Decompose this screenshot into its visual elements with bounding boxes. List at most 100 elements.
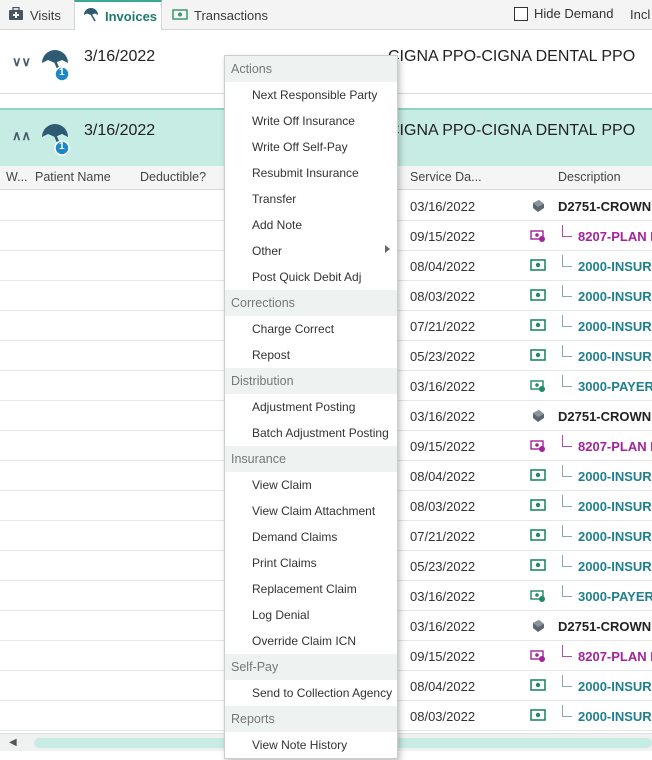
invoice-date: 3/16/2022 (84, 48, 156, 65)
menu-item-resubmit-insurance[interactable]: Resubmit Insurance (225, 160, 397, 186)
tab-visits[interactable]: Visits (8, 0, 61, 30)
menu-item-view-claim-attachment[interactable]: View Claim Attachment (225, 498, 397, 524)
column-header-service-date[interactable]: Service Da... (410, 170, 482, 184)
insurance-umbrella-icon: 1 (40, 122, 74, 156)
service-date-cell: 03/16/2022 (410, 379, 476, 394)
collapse-chevron-icon[interactable]: ∧∧ (12, 128, 31, 144)
menu-item-label: Demand Claims (252, 530, 338, 544)
tab-transactions[interactable]: Transactions (172, 0, 268, 30)
menu-section-header: Actions (225, 56, 397, 82)
description-cell: 8207-PLAN P (578, 649, 652, 664)
payer-adjustment-icon (530, 589, 546, 603)
description-cell: 3000-PAYER (578, 379, 652, 394)
cash-icon (530, 679, 546, 693)
menu-item-label: Add Note (252, 218, 303, 232)
description-cell: 2000-INSUR (578, 289, 652, 304)
cash-icon (530, 709, 546, 723)
menu-item-demand-claims[interactable]: Demand Claims (225, 524, 397, 550)
expand-chevron-icon[interactable]: ∨∨ (12, 54, 31, 70)
menu-item-label: Override Claim ICN (252, 634, 357, 648)
menu-item-write-off-insurance[interactable]: Write Off Insurance (225, 108, 397, 134)
menu-item-label: Repost (252, 348, 291, 362)
service-date-cell: 08/04/2022 (410, 469, 476, 484)
description-cell: 2000-INSUR (578, 499, 652, 514)
menu-item-replacement-claim[interactable]: Replacement Claim (225, 576, 397, 602)
tree-branch-line (562, 675, 572, 687)
tree-branch-line (562, 315, 572, 327)
description-cell: 2000-INSUR (578, 349, 652, 364)
menu-item-write-off-self-pay[interactable]: Write Off Self-Pay (225, 134, 397, 160)
menu-item-label: View Note History (252, 738, 348, 752)
menu-item-next-responsible-party[interactable]: Next Responsible Party (225, 82, 397, 108)
menu-item-add-note[interactable]: Add Note (225, 212, 397, 238)
submenu-arrow-icon (385, 245, 390, 253)
insurance-umbrella-icon: 1 (40, 48, 74, 82)
payer-adjustment-icon (530, 379, 546, 393)
description-cell: D2751-CROWN (558, 199, 652, 214)
description-cell: 8207-PLAN P (578, 439, 652, 454)
description-cell: D2751-CROWN (558, 619, 652, 634)
menu-item-label: Other (252, 244, 283, 258)
service-date-cell: 03/16/2022 (410, 409, 476, 424)
service-date-cell: 08/04/2022 (410, 679, 476, 694)
menu-item-label: Resubmit Insurance (252, 166, 359, 180)
service-date-cell: 09/15/2022 (410, 439, 476, 454)
menu-item-charge-correct[interactable]: Charge Correct (225, 316, 397, 342)
service-date-cell: 09/15/2022 (410, 649, 476, 664)
tree-branch-line (562, 555, 572, 567)
payment-plan-icon (530, 649, 546, 663)
description-cell: D2751-CROWN (558, 409, 652, 424)
menu-item-override-claim-icn[interactable]: Override Claim ICN (225, 628, 397, 654)
menu-item-label: Adjustment Posting (252, 400, 356, 414)
tab-label: Invoices (105, 8, 158, 24)
menu-item-view-claim[interactable]: View Claim (225, 472, 397, 498)
tree-branch-line (562, 495, 572, 507)
column-header-description[interactable]: Description (558, 170, 621, 184)
menu-item-adjustment-posting[interactable]: Adjustment Posting (225, 394, 397, 420)
description-cell: 2000-INSUR (578, 469, 652, 484)
menu-item-label: Post Quick Debit Adj (252, 270, 362, 284)
invoice-payer: CIGNA PPO-CIGNA DENTAL PPO (388, 48, 636, 65)
scroll-left-icon[interactable]: ◀ (9, 737, 17, 748)
description-cell: 2000-INSUR (578, 529, 652, 544)
description-cell: 2000-INSUR (578, 679, 652, 694)
tab-label: Transactions (194, 7, 268, 23)
procedure-icon (530, 199, 546, 213)
column-header-w[interactable]: W... (6, 170, 28, 184)
menu-item-repost[interactable]: Repost (225, 342, 397, 368)
menu-item-other[interactable]: Other (225, 238, 397, 264)
menu-item-print-claims[interactable]: Print Claims (225, 550, 397, 576)
menu-item-transfer[interactable]: Transfer (225, 186, 397, 212)
service-date-cell: 03/16/2022 (410, 619, 476, 634)
menu-item-batch-adjustment-posting[interactable]: Batch Adjustment Posting (225, 420, 397, 446)
hide-demand-checkbox[interactable] (514, 6, 528, 21)
service-date-cell: 08/03/2022 (410, 499, 476, 514)
menu-item-label: Write Off Self-Pay (252, 140, 348, 154)
menu-item-label: Print Claims (252, 556, 317, 570)
tree-branch-line (562, 255, 572, 267)
menu-item-log-denial[interactable]: Log Denial (225, 602, 397, 628)
column-header-deductible[interactable]: Deductible? (140, 170, 206, 184)
hide-demand-toggle[interactable]: Hide Demand (514, 6, 614, 21)
tab-invoices[interactable]: Invoices (74, 0, 162, 31)
menu-item-label: Send to Collection Agency (252, 686, 393, 700)
service-date-cell: 05/23/2022 (410, 559, 476, 574)
menu-item-post-quick-debit-adj[interactable]: Post Quick Debit Adj (225, 264, 397, 290)
tree-branch-line (562, 645, 572, 657)
column-header-patient-name[interactable]: Patient Name (35, 170, 111, 184)
menu-item-label: Charge Correct (252, 322, 335, 336)
menu-item-view-note-history[interactable]: View Note History (225, 732, 397, 758)
cash-icon (172, 8, 188, 23)
tab-label: Visits (30, 7, 61, 23)
menu-item-send-to-collection-agency[interactable]: Send to Collection Agency (225, 680, 397, 706)
description-cell: 2000-INSUR (578, 319, 652, 334)
cash-icon (530, 499, 546, 513)
tree-branch-line (562, 225, 572, 237)
cash-icon (530, 469, 546, 483)
menu-item-label: Next Responsible Party (252, 88, 378, 102)
payment-plan-icon (530, 229, 546, 243)
menu-item-label: View Claim Attachment (252, 504, 376, 518)
service-date-cell: 03/16/2022 (410, 199, 476, 214)
tree-branch-line (562, 525, 572, 537)
tab-bar: Visits Invoices Transactions Hide Demand… (0, 0, 652, 31)
